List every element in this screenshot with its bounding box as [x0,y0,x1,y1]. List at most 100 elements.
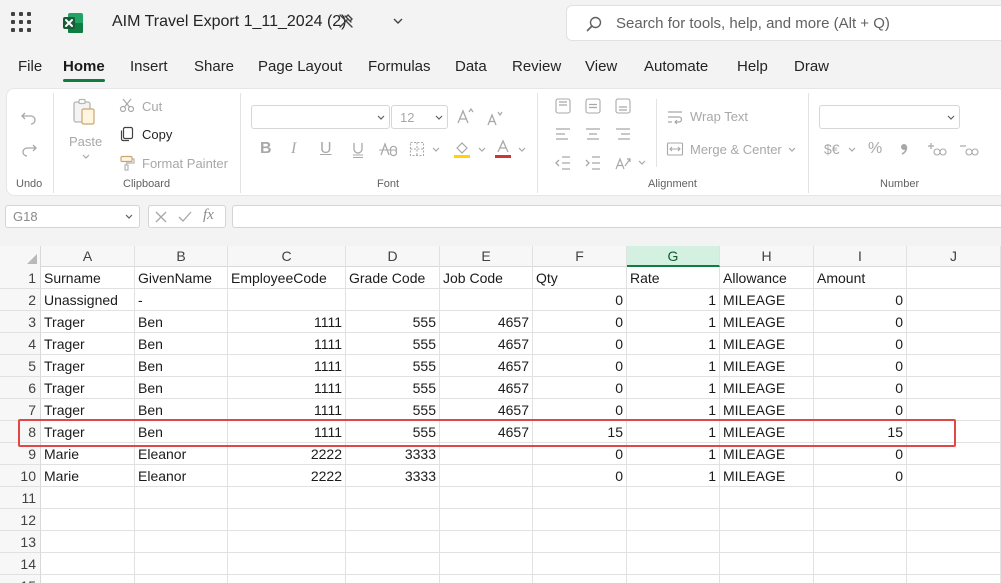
align-top-icon[interactable] [554,97,572,115]
cell-c7[interactable]: 1111 [228,399,345,421]
cell-i6[interactable]: 0 [814,377,906,399]
cell-f11[interactable] [533,487,626,509]
cell-h2[interactable]: MILEAGE [720,289,813,311]
cell-b13[interactable] [135,531,227,553]
cell-i5[interactable]: 0 [814,355,906,377]
merge-center-button[interactable]: Merge & Center [690,142,782,157]
decrease-font-size-icon[interactable] [485,108,505,128]
column-header-f[interactable]: F [533,246,627,267]
cell-a3[interactable]: Trager [41,311,134,333]
cell-j2[interactable] [907,289,1000,311]
cell-j11[interactable] [907,487,1000,509]
align-bottom-icon[interactable] [614,97,632,115]
redo-icon[interactable] [20,139,38,157]
cell-c5[interactable]: 1111 [228,355,345,377]
cell-a2[interactable]: Unassigned [41,289,134,311]
cell-h12[interactable] [720,509,813,531]
cell-g15[interactable] [627,575,719,583]
align-right-icon[interactable] [614,127,632,141]
cell-b2[interactable]: - [135,289,227,311]
row-header-6[interactable]: 6 [0,377,41,399]
wrap-text-button[interactable]: Wrap Text [690,109,748,124]
cell-f14[interactable] [533,553,626,575]
cell-a7[interactable]: Trager [41,399,134,421]
cell-g6[interactable]: 1 [627,377,719,399]
cell-c14[interactable] [228,553,345,575]
format-painter-icon[interactable] [119,155,135,171]
cell-a4[interactable]: Trager [41,333,134,355]
paste-chevron-icon[interactable] [81,153,91,161]
column-header-g[interactable]: G [627,246,720,267]
column-header-j[interactable]: J [907,246,1001,267]
strikethrough-icon[interactable] [378,141,398,159]
cell-h6[interactable]: MILEAGE [720,377,813,399]
cell-a13[interactable] [41,531,134,553]
align-center-icon[interactable] [584,127,602,141]
cell-c4[interactable]: 1111 [228,333,345,355]
cell-h13[interactable] [720,531,813,553]
accounting-format-button[interactable]: $€ [824,141,840,157]
cell-a14[interactable] [41,553,134,575]
cell-c10[interactable]: 2222 [228,465,345,487]
increase-font-size-icon[interactable] [455,106,475,126]
cell-f4[interactable]: 0 [533,333,626,355]
cell-b3[interactable]: Ben [135,311,227,333]
cell-a1[interactable]: Surname [41,267,134,289]
tab-draw[interactable]: Draw [794,58,829,75]
cell-e1[interactable]: Job Code [440,267,532,289]
row-header-12[interactable]: 12 [0,509,41,531]
cell-h1[interactable]: Allowance [720,267,813,289]
cell-a5[interactable]: Trager [41,355,134,377]
cell-c15[interactable] [228,575,345,583]
cell-i3[interactable]: 0 [814,311,906,333]
row-header-10[interactable]: 10 [0,465,41,487]
merge-center-icon[interactable] [666,141,684,157]
cell-e6[interactable]: 4657 [440,377,532,399]
decrease-indent-icon[interactable] [554,155,572,171]
cell-e15[interactable] [440,575,532,583]
cell-a6[interactable]: Trager [41,377,134,399]
chevron-down-icon[interactable] [847,146,857,154]
cell-g5[interactable]: 1 [627,355,719,377]
cell-g14[interactable] [627,553,719,575]
cell-i2[interactable]: 0 [814,289,906,311]
cell-h15[interactable] [720,575,813,583]
cell-i14[interactable] [814,553,906,575]
cell-b5[interactable]: Ben [135,355,227,377]
cell-b15[interactable] [135,575,227,583]
row-header-11[interactable]: 11 [0,487,41,509]
cell-b6[interactable]: Ben [135,377,227,399]
row-header-1[interactable]: 1 [0,267,41,289]
row-header-14[interactable]: 14 [0,553,41,575]
cell-b4[interactable]: Ben [135,333,227,355]
row-header-2[interactable]: 2 [0,289,41,311]
enter-check-icon[interactable] [177,210,193,224]
cell-f5[interactable]: 0 [533,355,626,377]
cell-a11[interactable] [41,487,134,509]
cell-d3[interactable]: 555 [346,311,439,333]
cell-d6[interactable]: 555 [346,377,439,399]
cut-icon[interactable] [119,97,135,113]
cell-j12[interactable] [907,509,1000,531]
cell-f12[interactable] [533,509,626,531]
cell-e10[interactable] [440,465,532,487]
cell-a10[interactable]: Marie [41,465,134,487]
app-launcher-icon[interactable] [11,12,31,32]
cell-d13[interactable] [346,531,439,553]
tab-insert[interactable]: Insert [130,58,168,75]
cell-i4[interactable]: 0 [814,333,906,355]
chevron-down-icon[interactable] [517,146,527,154]
cell-f6[interactable]: 0 [533,377,626,399]
copy-button[interactable]: Copy [142,127,172,142]
cell-b11[interactable] [135,487,227,509]
cell-d5[interactable]: 555 [346,355,439,377]
cell-j10[interactable] [907,465,1000,487]
cell-b7[interactable]: Ben [135,399,227,421]
cell-b10[interactable]: Eleanor [135,465,227,487]
cell-g3[interactable]: 1 [627,311,719,333]
cell-e4[interactable]: 4657 [440,333,532,355]
cell-c11[interactable] [228,487,345,509]
double-underline-icon[interactable] [350,141,366,159]
cell-e13[interactable] [440,531,532,553]
cell-i13[interactable] [814,531,906,553]
